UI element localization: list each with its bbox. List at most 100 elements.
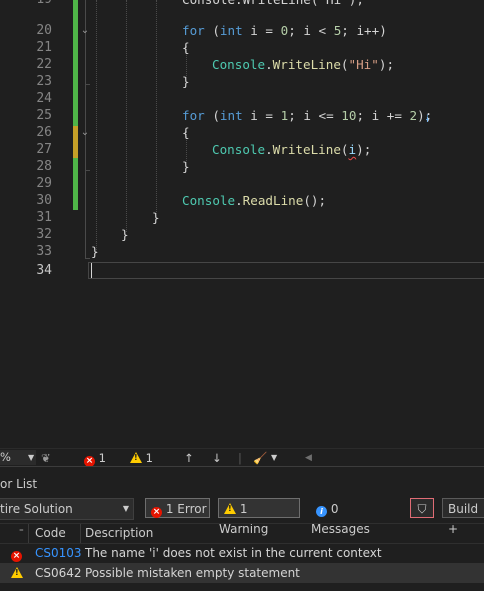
code-fragment: ; i += <box>356 108 410 123</box>
code-line[interactable]: 27 Console.WriteLine(i); <box>0 141 484 158</box>
code-fragment: i = <box>242 108 281 123</box>
keyword: for <box>182 108 205 123</box>
punct: . <box>235 193 243 208</box>
code-line[interactable]: 24 <box>0 90 484 107</box>
keyword: for <box>182 23 205 38</box>
line-number: 20 <box>36 23 52 38</box>
code-fragment: ; i <= <box>288 108 342 123</box>
code-fragment: ); <box>417 108 433 123</box>
filter-icon: ⛉ <box>417 502 427 516</box>
scope-value: tire Solution <box>0 502 73 516</box>
error-list-header: ⁼ Code Description <box>0 523 484 544</box>
line-number: 29 <box>36 176 52 191</box>
punct: ( <box>204 23 220 38</box>
code-line[interactable]: 25 for (int i = 1; i <= 10; i += 2); <box>0 107 484 124</box>
code-line[interactable]: 19 Console.WriteLine("Hi"); <box>0 0 484 8</box>
code-line[interactable]: 21 { <box>0 39 484 56</box>
line-number: 22 <box>36 57 52 72</box>
separator: | <box>238 451 242 465</box>
brace: { <box>182 40 190 55</box>
class-name: Console <box>182 193 236 208</box>
code-line[interactable]: 30 Console.ReadLine(); <box>0 192 484 209</box>
warning-icon <box>11 563 23 583</box>
line-number: 19 <box>0 0 52 8</box>
code-line[interactable]: 23 } <box>0 73 484 90</box>
zoom-dropdown[interactable]: % ▼ <box>0 450 36 465</box>
punct: . <box>265 142 273 157</box>
method-name: WriteLine <box>272 57 341 72</box>
editor-status-strip: % ▼ ❦ × 1 1 ↑ ↓ | 🧹 ▼ ◀ <box>0 448 484 467</box>
punct: ); <box>356 142 372 157</box>
messages-filter-button[interactable]: i 0 Messages <box>310 498 402 536</box>
code-line[interactable]: 29 <box>0 175 484 192</box>
build-intellisense-dropdown[interactable]: Build + <box>442 498 484 536</box>
code-text: Console.WriteLine("Hi"); <box>212 56 394 73</box>
column-separator[interactable] <box>80 524 81 543</box>
keyword: int <box>219 23 243 38</box>
next-issue-button[interactable]: ↓ <box>212 450 222 466</box>
column-header-code[interactable]: Code <box>35 524 66 543</box>
errors-filter-label: 1 Error <box>165 502 207 516</box>
code-line[interactable]: 33 } <box>0 243 484 260</box>
sort-icon[interactable]: ⁼ <box>19 524 24 543</box>
code-text: Console.ReadLine(); <box>182 192 326 209</box>
code-text: Console.WriteLine("Hi"); <box>91 0 364 8</box>
error-count-indicator[interactable]: × 1 <box>84 450 106 467</box>
errors-filter-button[interactable]: × 1 Error <box>145 498 210 518</box>
error-description: The name 'i' does not exist in the curre… <box>85 546 382 560</box>
code-editor[interactable]: 19 Console.WriteLine("Hi"); 20 ⌄ for (in… <box>0 0 484 448</box>
chevron-down-icon[interactable]: ▼ <box>271 450 277 466</box>
code-line-current[interactable]: 34 <box>0 262 484 279</box>
method-name: WriteLine <box>272 142 341 157</box>
line-number: 34 <box>36 263 52 278</box>
line-number: 30 <box>36 193 52 208</box>
brace: } <box>182 159 190 174</box>
column-header-description[interactable]: Description <box>85 524 153 543</box>
code-line[interactable]: 22 Console.WriteLine("Hi"); <box>0 56 484 73</box>
code-line[interactable]: 28 } <box>0 158 484 175</box>
code-fragment: ; i++) <box>341 23 387 38</box>
code-text: Console.WriteLine(i); <box>212 141 371 158</box>
fold-chevron-icon[interactable]: ⌄ <box>79 25 91 37</box>
error-list-row[interactable]: CS0642 Possible mistaken empty statement <box>0 563 484 583</box>
info-icon: i <box>316 506 327 517</box>
line-number: 32 <box>36 227 52 242</box>
punct: ( <box>340 142 349 157</box>
code-line[interactable]: 26 ⌄ { <box>0 124 484 141</box>
warnings-filter-button[interactable]: 1 Warning <box>218 498 300 536</box>
scroll-left-icon[interactable]: ◀ <box>305 450 312 466</box>
warning-icon <box>130 452 142 463</box>
brace: } <box>121 227 129 242</box>
warning-code-link[interactable]: CS0642 <box>35 563 82 583</box>
line-number: 21 <box>36 40 52 55</box>
line-number: 31 <box>36 210 52 225</box>
scope-dropdown[interactable]: tire Solution ▼ <box>0 498 134 520</box>
code-line[interactable]: 31 } <box>0 209 484 226</box>
line-number: 23 <box>36 74 52 89</box>
error-squiggle-variable[interactable]: i <box>349 142 357 157</box>
brace: { <box>182 125 190 140</box>
chevron-down-icon: ▼ <box>28 453 35 462</box>
previous-issue-button[interactable]: ↑ <box>184 450 194 466</box>
code-line[interactable]: 32 } <box>0 226 484 243</box>
health-indicator-icon[interactable]: ❦ <box>41 450 51 466</box>
string-literal: "Hi" <box>348 57 379 72</box>
chevron-down-icon: ▼ <box>122 504 129 513</box>
error-icon: × <box>11 551 22 562</box>
fold-chevron-icon[interactable]: ⌄ <box>79 127 91 139</box>
error-code-link[interactable]: CS0103 <box>35 543 82 563</box>
punct: . <box>265 57 273 72</box>
filter-button[interactable]: ⛉ <box>410 498 434 518</box>
class-name: Console <box>212 142 266 157</box>
warning-count-indicator[interactable]: 1 <box>130 450 153 466</box>
class-name: Console <box>212 57 266 72</box>
code-cleanup-icon[interactable]: 🧹 <box>253 450 267 466</box>
error-list-row[interactable]: × CS0103 The name 'i' does not exist in … <box>0 543 484 563</box>
warning-count: 1 <box>145 451 153 465</box>
keyword: int <box>219 108 243 123</box>
column-separator[interactable] <box>28 524 29 543</box>
error-icon: × <box>151 507 162 518</box>
number-literal: 2 <box>409 108 418 123</box>
code-line[interactable]: 20 ⌄ for (int i = 0; i < 5; i++) <box>0 22 484 39</box>
code-text: for (int i = 1; i <= 10; i += 2); <box>182 107 432 124</box>
